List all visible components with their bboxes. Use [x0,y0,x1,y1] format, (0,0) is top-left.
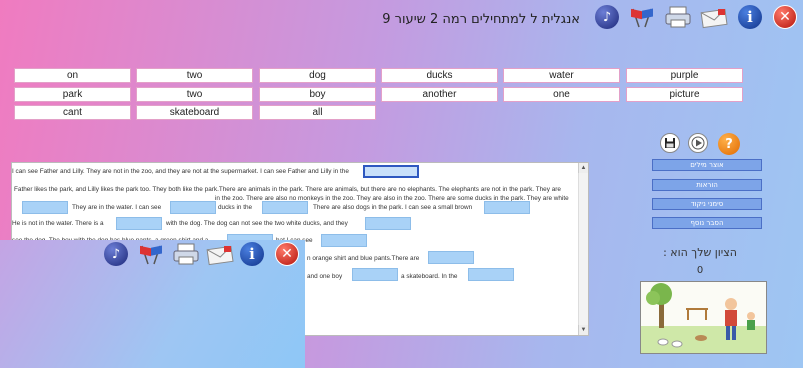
vocabulary-button[interactable]: אוצר מילים [652,159,762,171]
help-icon[interactable]: ? [718,133,740,155]
close-glyph: ✕ [281,246,293,262]
passage-line: There are also dogs in the park. I can s… [313,204,473,211]
word-tile[interactable]: another [381,87,498,102]
mail-icon[interactable] [700,5,728,29]
play-graphic [688,133,708,153]
save-graphic [660,133,680,153]
answer-blank[interactable] [262,201,308,214]
printer-icon[interactable] [664,5,692,29]
answer-blank[interactable] [321,234,367,247]
answer-blank[interactable] [428,251,474,264]
answer-blank[interactable] [352,268,398,281]
music-glyph: ♪ [111,246,121,262]
word-tile[interactable]: all [259,105,376,120]
printer-graphic [665,6,691,28]
vowel-marks-button[interactable]: סימני ניקוד [652,198,762,210]
word-tile[interactable]: two [136,68,253,83]
word-tile[interactable]: dog [259,68,376,83]
extra-explanation-button[interactable]: הסבר נוסף [652,217,762,229]
word-tile[interactable]: cant [14,105,131,120]
passage-line: n orange shirt and blue pants.There are [307,255,420,262]
info-icon[interactable]: i [738,5,762,29]
info-glyph: i [747,8,753,26]
answer-blank[interactable] [468,268,514,281]
play-icon[interactable] [688,133,708,153]
lesson-illustration [640,281,767,354]
scrollbar-track[interactable] [578,173,588,325]
flags-graphic [140,245,162,265]
close-glyph: ✕ [779,9,791,25]
close-icon[interactable]: ✕ [275,242,299,266]
scroll-down-arrow[interactable]: ▼ [578,325,588,335]
passage-line: Father likes the park, and Lilly likes t… [14,186,561,193]
answer-blank[interactable] [484,201,530,214]
word-tile[interactable]: one [503,87,620,102]
music-glyph: ♪ [602,9,612,25]
help-glyph: ? [725,136,733,152]
answer-blank[interactable] [116,217,162,230]
word-tile[interactable]: boy [259,87,376,102]
answer-blank[interactable] [170,201,216,214]
score-label: הציון שלך הוא : [663,246,737,259]
music-icon[interactable]: ♪ [104,242,128,266]
info-glyph: i [249,245,255,263]
printer-icon[interactable] [172,242,200,266]
park-illustration [641,282,766,353]
passage-line: ducks in the [218,204,253,211]
passage-line: They are in the water. I can see [72,204,162,211]
word-tile[interactable]: park [14,87,131,102]
save-icon[interactable] [660,133,680,153]
printer-graphic [173,243,199,265]
word-tile[interactable]: two [136,87,253,102]
word-tile[interactable]: on [14,68,131,83]
answer-blank[interactable] [22,201,68,214]
close-icon[interactable]: ✕ [773,5,797,29]
flags-graphic [631,8,653,28]
answer-blank[interactable] [365,217,411,230]
lesson-title: אנגלית ל למתחילים רמה 2 שיעור 9 [382,12,580,27]
flags-icon[interactable] [627,5,657,29]
word-tile[interactable]: picture [626,87,743,102]
mail-graphic [206,245,234,266]
passage-line: I can see Father and Lilly. They are not… [12,168,349,175]
word-tile[interactable]: ducks [381,68,498,83]
score-value: 0 [696,265,704,276]
info-icon[interactable]: i [240,242,264,266]
passage-line: with the dog. The dog can not see the tw… [166,220,348,227]
music-icon[interactable]: ♪ [595,5,619,29]
mail-graphic [700,8,728,29]
word-tile[interactable]: purple [626,68,743,83]
overlay-window: ♪ i ✕ [0,240,305,368]
flags-icon[interactable] [136,242,166,266]
answer-blank[interactable] [363,165,419,178]
scroll-up-arrow[interactable]: ▲ [578,163,588,173]
mail-icon[interactable] [206,242,234,266]
word-tile[interactable]: skateboard [136,105,253,120]
word-tile[interactable]: water [503,68,620,83]
passage-line: a skateboard. In the [401,273,458,280]
passage-line: He is not in the water. There is a [12,220,104,227]
passage-line: and one boy [307,273,343,280]
instructions-button[interactable]: הוראות [652,179,762,191]
